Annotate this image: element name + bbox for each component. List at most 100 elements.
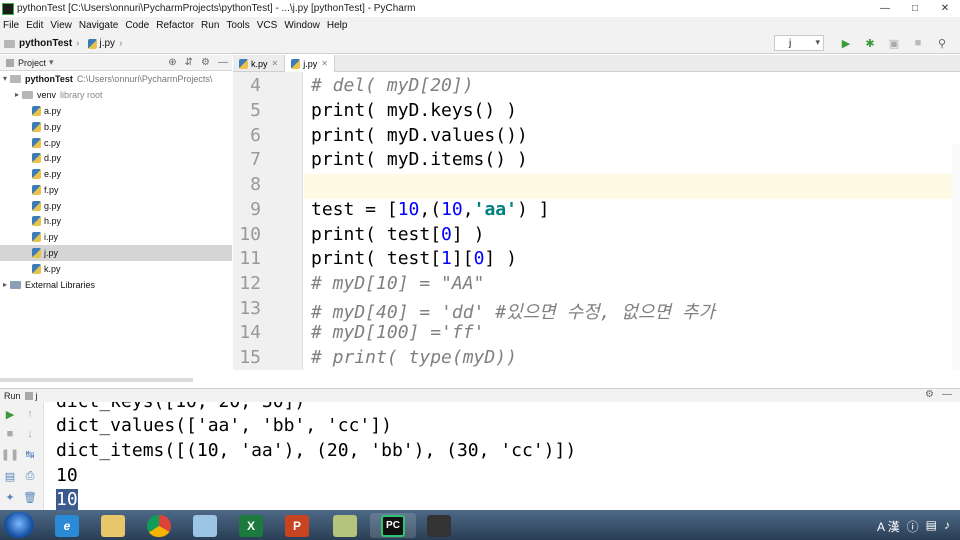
pin-icon[interactable]: ✦: [3, 490, 17, 504]
breadcrumb-project[interactable]: pythonTest: [4, 38, 72, 49]
collapse-arrow-icon[interactable]: ▸: [12, 90, 22, 99]
python-file-icon: [239, 58, 248, 69]
menu-help[interactable]: Help: [327, 20, 348, 31]
menu-edit[interactable]: Edit: [26, 20, 43, 31]
close-icon[interactable]: ✕: [272, 59, 279, 68]
collapse-arrow-icon[interactable]: ▸: [0, 280, 10, 289]
tree-file[interactable]: e.py: [0, 166, 232, 182]
coverage-icon[interactable]: ▣: [887, 36, 901, 50]
collapse-icon[interactable]: ⇵: [185, 57, 193, 68]
minimize-button[interactable]: —: [870, 0, 900, 17]
tab-k-py[interactable]: k.py ✕: [233, 55, 286, 72]
output-line: dict_values(['aa', 'bb', 'cc']): [56, 415, 392, 436]
hide-icon[interactable]: —: [218, 57, 228, 68]
network-icon[interactable]: ▤: [926, 518, 937, 535]
taskbar-notepad[interactable]: [322, 513, 368, 538]
taskbar-camera[interactable]: [416, 513, 462, 538]
tree-external-libraries[interactable]: ▸ External Libraries: [0, 277, 232, 293]
code-editor[interactable]: # del( myD[20]) print( myD.keys() ) prin…: [304, 72, 960, 370]
run-config-tab[interactable]: j: [36, 391, 38, 401]
taskbar-excel[interactable]: X: [228, 513, 274, 538]
taskbar-internet-explorer[interactable]: e: [44, 513, 90, 538]
rerun-icon[interactable]: ▶: [3, 407, 17, 421]
line-number: 13: [239, 298, 261, 319]
tree-file-selected[interactable]: j.py: [0, 245, 232, 261]
menu-vcs[interactable]: VCS: [257, 20, 278, 31]
tree-file[interactable]: d.py: [0, 150, 232, 166]
soft-wrap-icon[interactable]: ↹: [23, 447, 37, 461]
maximize-button[interactable]: □: [900, 0, 930, 17]
debug-icon[interactable]: ✱: [863, 36, 877, 50]
run-config-select[interactable]: j: [774, 35, 824, 51]
tree-file[interactable]: g.py: [0, 198, 232, 214]
language-indicator[interactable]: A 漢: [877, 518, 900, 535]
tree-file[interactable]: k.py: [0, 261, 232, 277]
layout-icon[interactable]: ▤: [3, 469, 17, 483]
hide-icon[interactable]: —: [942, 389, 952, 400]
close-button[interactable]: ✕: [930, 0, 960, 17]
menu-view[interactable]: View: [50, 20, 72, 31]
menu-navigate[interactable]: Navigate: [79, 20, 118, 31]
breadcrumb-file[interactable]: j.py ›: [87, 38, 122, 49]
tree-file[interactable]: b.py: [0, 119, 232, 135]
tree-file[interactable]: a.py: [0, 103, 232, 119]
close-icon[interactable]: ✕: [321, 59, 328, 68]
code-line-8-current: [304, 174, 960, 199]
taskbar-pycharm[interactable]: PC: [370, 513, 416, 538]
expand-icon[interactable]: ▾: [0, 74, 10, 83]
menu-refactor[interactable]: Refactor: [156, 20, 194, 31]
editor-scrollbar[interactable]: [952, 144, 960, 370]
navigation-bar: pythonTest › j.py › j ▶ ✱ ▣ ■ ⚲: [0, 34, 960, 54]
tree-file[interactable]: c.py: [0, 135, 232, 151]
python-file-icon: [32, 137, 41, 148]
project-horizontal-scrollbar[interactable]: [0, 378, 193, 382]
up-icon[interactable]: ↑: [23, 407, 37, 421]
excel-icon: X: [239, 514, 263, 537]
taskbar-notes[interactable]: [182, 513, 228, 538]
output-line: dict_items([(10, 'aa'), (20, 'bb'), (30,…: [56, 440, 577, 461]
menu-window[interactable]: Window: [284, 20, 320, 31]
system-tray: A 漢 ⓘ ▤ ♪: [877, 518, 950, 535]
window-title: pythonTest [C:\Users\onnuri\PycharmProje…: [17, 3, 416, 14]
print-icon[interactable]: ⎙: [23, 469, 37, 483]
line-number: 12: [239, 273, 261, 294]
menu-code[interactable]: Code: [125, 20, 149, 31]
line-number: 6: [250, 125, 261, 146]
pause-icon[interactable]: ❚❚: [1, 447, 19, 461]
menu-run[interactable]: Run: [201, 20, 219, 31]
tree-file[interactable]: i.py: [0, 229, 232, 245]
output-line: dict_keys([10, 20, 30]): [56, 402, 305, 412]
folder-icon: [101, 514, 125, 537]
menu-file[interactable]: File: [3, 20, 19, 31]
search-everywhere-icon[interactable]: ⚲: [935, 36, 949, 50]
chevron-down-icon[interactable]: ▾: [49, 57, 54, 68]
gear-icon[interactable]: ⚙: [201, 57, 210, 68]
output-line: 10: [56, 465, 78, 486]
tree-venv[interactable]: ▸ venv library root: [0, 87, 232, 103]
delete-icon[interactable]: 🗑: [23, 490, 37, 504]
tree-file[interactable]: h.py: [0, 213, 232, 229]
gear-icon[interactable]: ⚙: [925, 389, 934, 400]
python-file-icon: [32, 168, 41, 179]
taskbar-file-explorer[interactable]: [90, 513, 136, 538]
tree-root[interactable]: ▾ pythonTest C:\Users\onnuri\PycharmProj…: [0, 71, 232, 87]
stop-icon[interactable]: ■: [3, 427, 17, 441]
volume-icon[interactable]: ♪: [944, 518, 950, 535]
menu-tools[interactable]: Tools: [226, 20, 249, 31]
help-icon[interactable]: ⓘ: [907, 518, 919, 535]
project-panel-header: Project ▾ ⊕ ⇵ ⚙ —: [0, 55, 232, 71]
project-view-selector[interactable]: Project: [18, 58, 46, 68]
stop-icon[interactable]: ■: [911, 36, 925, 50]
code-line-11: print( test[1][0] ): [311, 248, 517, 269]
run-icon[interactable]: ▶: [839, 36, 853, 50]
down-icon[interactable]: ↓: [23, 427, 37, 441]
locate-icon[interactable]: ⊕: [168, 57, 176, 68]
code-line-7: print( myD.items() ): [311, 149, 528, 170]
tree-file[interactable]: f.py: [0, 182, 232, 198]
run-output-console[interactable]: dict_keys([10, 20, 30]) dict_values(['aa…: [45, 402, 960, 510]
taskbar-chrome[interactable]: [136, 513, 182, 538]
run-panel-tools: ⚙ —: [925, 389, 952, 400]
taskbar-powerpoint[interactable]: P: [274, 513, 320, 538]
start-button[interactable]: [4, 512, 34, 538]
tab-j-py[interactable]: j.py ✕: [285, 55, 335, 72]
